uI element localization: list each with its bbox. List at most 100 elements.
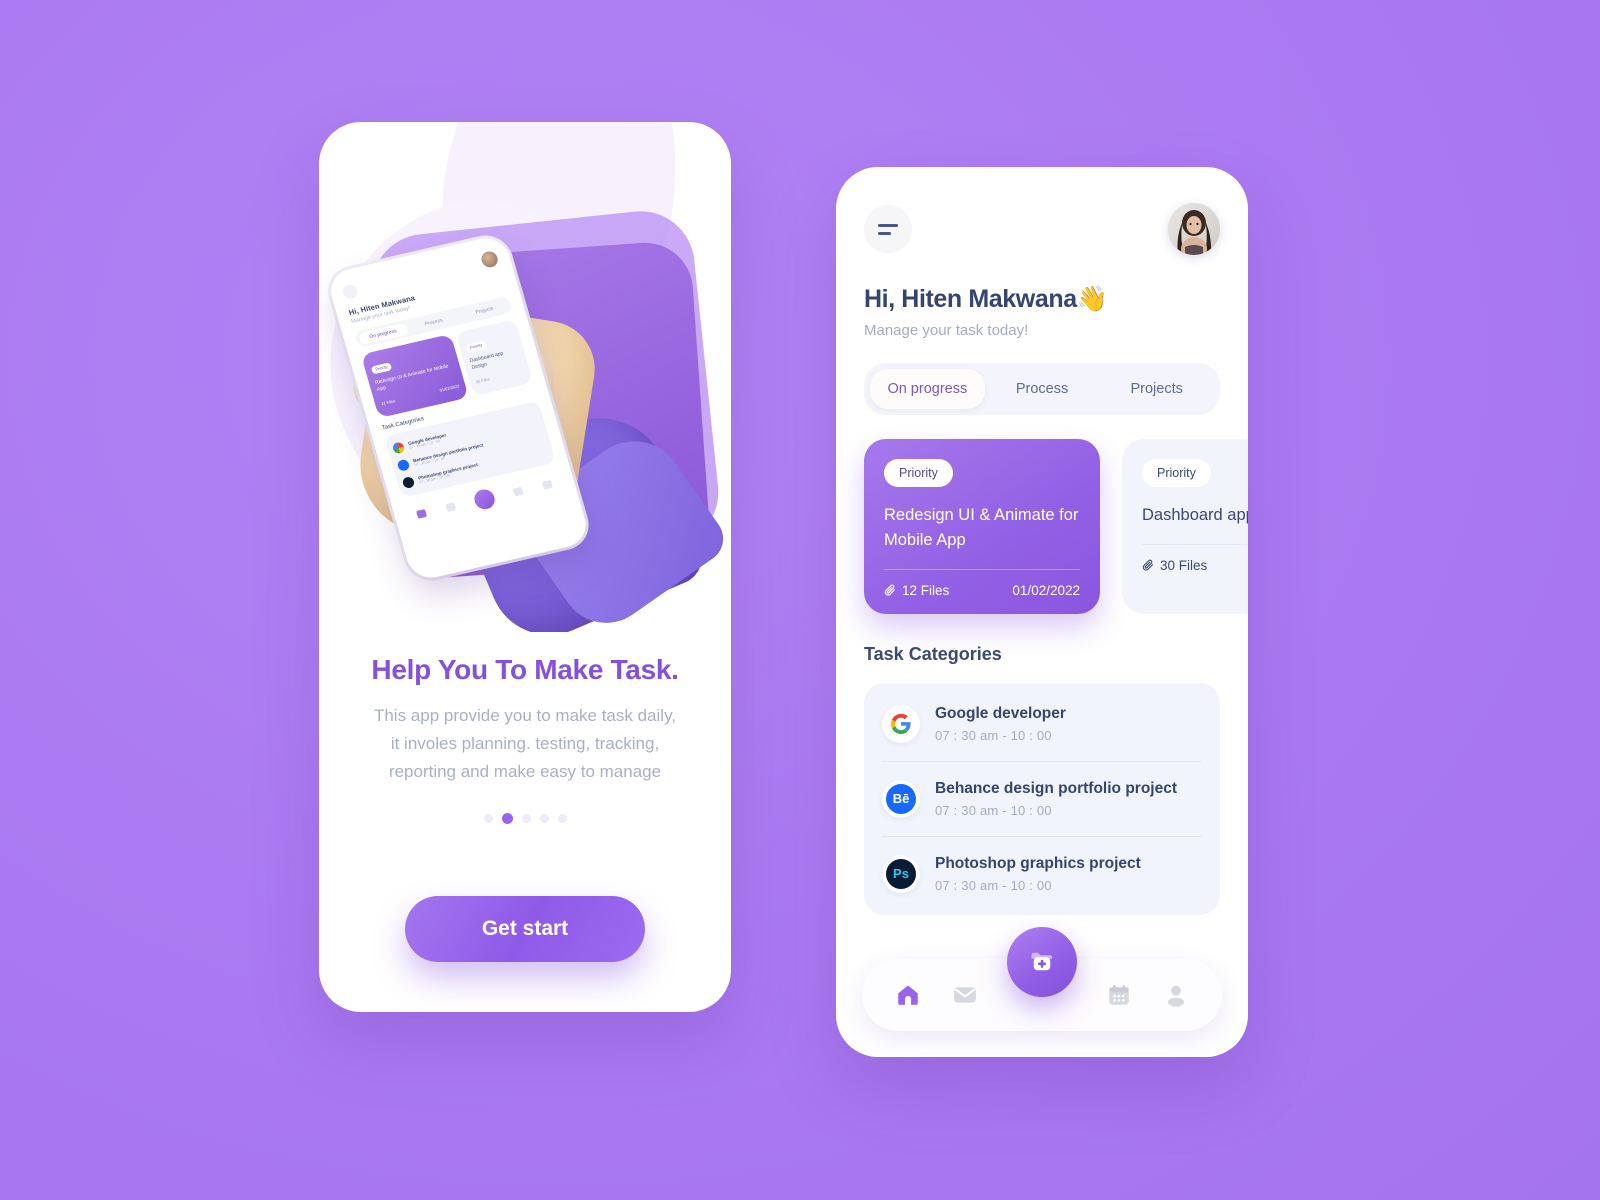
mini-behance-logo-icon: [396, 458, 411, 472]
mini-fab-icon: [471, 487, 498, 512]
page-dot-2-active[interactable]: [501, 813, 513, 825]
google-g-glyph: [890, 713, 911, 734]
mini-card-secondary: Priority Dashboard app Design 30 Files: [455, 319, 534, 397]
dashboard-topbar: [864, 203, 1220, 255]
file-count-label: 30 Files: [1160, 557, 1208, 573]
onboarding-headline: Help You To Make Task.: [371, 654, 679, 685]
tab-process[interactable]: Process: [985, 369, 1100, 409]
calendar-icon[interactable]: [1104, 980, 1134, 1010]
subcopy-line: reporting and make easy to manage: [388, 762, 662, 782]
category-name: Photoshop graphics project: [935, 854, 1141, 872]
get-start-button[interactable]: Get start: [405, 896, 645, 963]
add-task-fab-button[interactable]: [1007, 927, 1077, 997]
mini-tab-0: On progress: [357, 322, 409, 345]
category-time: 07 : 30 am - 10 : 00: [935, 802, 1052, 818]
page-dot-4[interactable]: [539, 814, 549, 824]
tab-bar: On progress Process Projects: [864, 363, 1220, 415]
divider: [1142, 543, 1248, 545]
tab-projects[interactable]: Projects: [1099, 369, 1214, 409]
behance-logo-icon: Bē: [882, 779, 920, 818]
mini-pill-2: Priority: [465, 339, 488, 353]
task-card-footer: 30 Files: [1142, 558, 1248, 573]
mail-glyph: [954, 987, 977, 1003]
mini-mail-icon: [444, 502, 456, 513]
cta-container: Get start: [353, 896, 697, 963]
status-badge: Priority: [1142, 459, 1211, 487]
photoshop-logo-icon: Ps: [882, 854, 920, 893]
behance-glyph: Bē: [886, 783, 916, 814]
avatar-photo-icon: [1168, 203, 1220, 255]
mini-tab-1: Process: [424, 317, 444, 327]
list-item[interactable]: Google developer 07 : 30 am - 10 : 00: [882, 687, 1202, 761]
status-badge: Priority: [884, 459, 953, 487]
mini-phone-preview: Hi, Hiten Makwana Manage your task today…: [325, 233, 592, 583]
task-card[interactable]: Priority Redesign UI & Animate for Mobil…: [864, 439, 1100, 614]
task-card-carousel[interactable]: Priority Redesign UI & Animate for Mobil…: [836, 439, 1248, 614]
task-card-title: Redesign UI & Animate for Mobile App: [884, 506, 1079, 549]
category-time: 07 : 30 am - 10 : 00: [935, 877, 1052, 893]
mini-card-date: 01/02/2022: [439, 383, 460, 393]
page-dot-5[interactable]: [557, 814, 567, 824]
home-glyph: [898, 985, 919, 1005]
mail-icon[interactable]: [950, 980, 980, 1010]
mini-card-primary: Priority Redesign UI & Animate for Mobil…: [360, 333, 469, 419]
dashboard-body: Hi, Hiten Makwana👋 Manage your task toda…: [836, 167, 1248, 1057]
mini-google-logo-icon: [391, 440, 406, 454]
mini-photoshop-logo-icon: [401, 475, 416, 489]
mini-calendar-icon: [513, 486, 525, 497]
3d-hand-icon: Hi, Hiten Makwana Manage your task today…: [324, 208, 731, 632]
pagination-dots[interactable]: [353, 813, 697, 825]
file-count: 12 Files: [884, 583, 949, 598]
google-logo-icon: [882, 704, 920, 743]
hero-illustration: Hi, Hiten Makwana Manage your task today…: [319, 122, 731, 632]
page-title: Hi, Hiten Makwana👋: [864, 285, 1108, 313]
list-item[interactable]: Ps Photoshop graphics project 07 : 30 am…: [882, 835, 1202, 911]
onboarding-copy: Help You To Make Task. This app provide …: [319, 632, 731, 963]
file-count: 30 Files: [1142, 558, 1207, 573]
mini-pill: Priority: [370, 361, 393, 374]
photoshop-glyph: Ps: [886, 858, 916, 889]
task-card[interactable]: Priority Dashboard app Design 30 Files: [1122, 439, 1248, 614]
dashboard-screen: Hi, Hiten Makwana👋 Manage your task toda…: [836, 167, 1248, 1057]
calendar-glyph: [1109, 984, 1129, 1005]
subcopy-line: it involes planning. testing, tracking,: [390, 734, 660, 754]
category-time: 07 : 30 am - 10 : 00: [935, 727, 1052, 743]
page-subtitle: Manage your task today!: [864, 322, 1029, 339]
page-dot-3[interactable]: [521, 814, 531, 824]
bottom-nav-container: [836, 927, 1248, 1031]
mini-avatar: [479, 249, 500, 269]
dashboard-header-pad: Hi, Hiten Makwana👋 Manage your task toda…: [836, 203, 1248, 415]
mini-card-title-2: Dashboard app Design: [469, 350, 505, 371]
mini-home-icon: [416, 508, 428, 519]
divider: [884, 568, 1080, 570]
tab-on-progress[interactable]: On progress: [870, 369, 985, 409]
mini-card-files-2: 30 Files: [475, 376, 491, 385]
categories-section: Task Categories Google developer 07: 30…: [836, 644, 1248, 915]
hamburger-menu-icon[interactable]: [864, 205, 912, 253]
file-count-label: 12 Files: [902, 582, 950, 598]
paperclip-icon: [884, 584, 896, 596]
category-name: Behance design portfolio project: [935, 779, 1177, 797]
onboarding-subcopy: This app provide you to make task daily,…: [353, 702, 697, 786]
category-name: Google developer: [935, 704, 1066, 722]
user-avatar[interactable]: [1168, 203, 1220, 255]
profile-glyph: [1167, 985, 1184, 1007]
profile-icon[interactable]: [1161, 980, 1191, 1010]
onboarding-screen: Hi, Hiten Makwana Manage your task today…: [319, 122, 731, 1012]
task-card-date: 01/02/2022: [1012, 582, 1080, 598]
mini-hamburger-icon: [341, 283, 359, 300]
list-item[interactable]: Bē Behance design portfolio project 07 :…: [882, 760, 1202, 836]
mini-card-files: 12 Files: [380, 398, 396, 407]
add-folder-icon: [1031, 952, 1053, 971]
subcopy-line: This app provide you to make task daily,: [373, 706, 677, 725]
section-title: Task Categories: [864, 643, 1002, 664]
bottom-nav: [862, 927, 1222, 1031]
category-list: Google developer 07 : 30 am - 10 : 00 Bē…: [864, 682, 1220, 915]
greeting-block: Hi, Hiten Makwana👋 Manage your task toda…: [864, 285, 1220, 339]
canvas-background: Hi, Hiten Makwana Manage your task today…: [0, 0, 1600, 1200]
home-icon[interactable]: [893, 980, 923, 1010]
task-card-footer: 12 Files 01/02/2022: [884, 583, 1080, 598]
page-dot-1[interactable]: [483, 814, 493, 824]
paperclip-icon: [1142, 559, 1154, 571]
task-card-title: Dashboard app Design: [1142, 506, 1248, 524]
